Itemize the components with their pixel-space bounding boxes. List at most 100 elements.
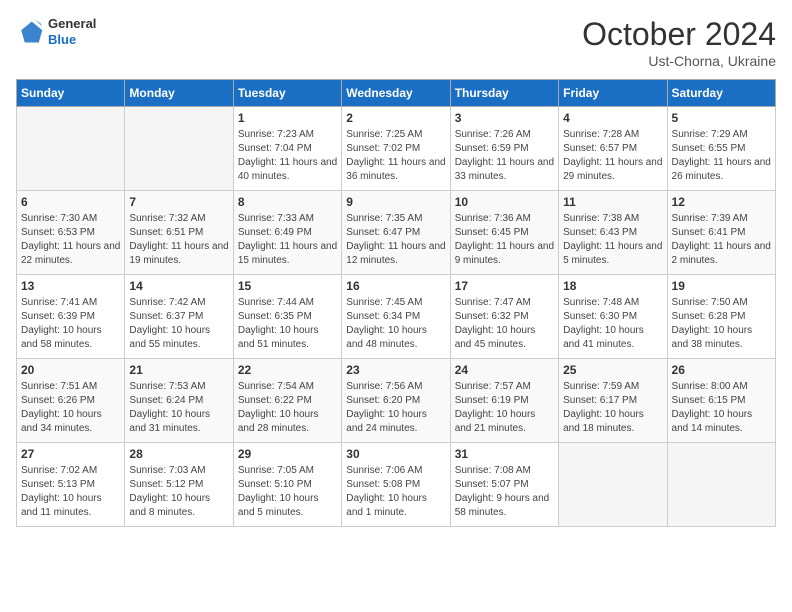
day-info: Sunrise: 7:51 AM Sunset: 6:26 PM Dayligh… [21,380,120,436]
calendar-cell: 2 Sunrise: 7:25 AM Sunset: 7:02 PM Daylig… [342,107,450,191]
day-info: Sunrise: 7:35 AM Sunset: 6:47 PM Dayligh… [346,212,445,268]
calendar-cell: 7Sunrise: 7:32 AM Sunset: 6:51 PM Daylig… [125,191,233,275]
location-text: Ust-Chorna, Ukraine [582,53,776,69]
weekday-header-wednesday: Wednesday [342,80,450,107]
day-info: Sunrise: 7:03 AM Sunset: 5:12 PM Dayligh… [129,464,228,520]
day-number: 9 [346,195,445,209]
day-number: 26 [672,363,771,377]
day-number: 18 [563,279,662,293]
day-info: Sunrise: 7:59 AM Sunset: 6:17 PM Dayligh… [563,380,662,436]
day-info: Sunrise: 7:25 AM Sunset: 7:02 PM Dayligh… [346,128,445,184]
weekday-header-saturday: Saturday [667,80,775,107]
day-info: Sunrise: 7:44 AM Sunset: 6:35 PM Dayligh… [238,296,337,352]
weekday-header-thursday: Thursday [450,80,558,107]
day-number: 15 [238,279,337,293]
weekday-header-friday: Friday [559,80,667,107]
weekday-header-sunday: Sunday [17,80,125,107]
day-info: Sunrise: 7:06 AM Sunset: 5:08 PM Dayligh… [346,464,445,520]
day-number: 3 [455,111,554,125]
day-info: Sunrise: 7:47 AM Sunset: 6:32 PM Dayligh… [455,296,554,352]
calendar-cell: 25 Sunrise: 7:59 AM Sunset: 6:17 PM Dayli… [559,359,667,443]
calendar-cell [125,107,233,191]
calendar-cell: 1 Sunrise: 7:23 AM Sunset: 7:04 PM Daylig… [233,107,341,191]
day-info: Sunrise: 7:41 AM Sunset: 6:39 PM Dayligh… [21,296,120,352]
logo-blue-text: Blue [48,32,96,48]
day-number: 8 [238,195,337,209]
calendar-cell: 27 Sunrise: 7:02 AM Sunset: 5:13 PM Dayli… [17,443,125,527]
calendar-cell: 10 Sunrise: 7:36 AM Sunset: 6:45 PM Dayli… [450,191,558,275]
day-number: 10 [455,195,554,209]
day-number: 4 [563,111,662,125]
calendar-cell: 31 Sunrise: 7:08 AM Sunset: 5:07 PM Dayli… [450,443,558,527]
calendar-cell: 19 Sunrise: 7:50 AM Sunset: 6:28 PM Dayli… [667,275,775,359]
day-number: 1 [238,111,337,125]
day-number: 11 [563,195,662,209]
day-number: 6 [21,195,120,209]
day-info: Sunrise: 7:32 AM Sunset: 6:51 PM Dayligh… [129,212,228,268]
month-title: October 2024 [582,16,776,53]
day-info: Sunrise: 7:26 AM Sunset: 6:59 PM Dayligh… [455,128,554,184]
calendar-cell: 21 Sunrise: 7:53 AM Sunset: 6:24 PM Dayli… [125,359,233,443]
calendar-cell: 28 Sunrise: 7:03 AM Sunset: 5:12 PM Dayli… [125,443,233,527]
day-number: 27 [21,447,120,461]
day-number: 22 [238,363,337,377]
calendar-cell: 17Sunrise: 7:47 AM Sunset: 6:32 PM Dayli… [450,275,558,359]
day-info: Sunrise: 7:23 AM Sunset: 7:04 PM Dayligh… [238,128,337,184]
day-number: 31 [455,447,554,461]
weekday-header-monday: Monday [125,80,233,107]
day-info: Sunrise: 7:57 AM Sunset: 6:19 PM Dayligh… [455,380,554,436]
title-block: October 2024 Ust-Chorna, Ukraine [582,16,776,69]
calendar-cell: 12Sunrise: 7:39 AM Sunset: 6:41 PM Dayli… [667,191,775,275]
calendar-cell: 3 Sunrise: 7:26 AM Sunset: 6:59 PM Daylig… [450,107,558,191]
page-header: General Blue October 2024 Ust-Chorna, Uk… [16,16,776,69]
day-number: 24 [455,363,554,377]
day-info: Sunrise: 7:05 AM Sunset: 5:10 PM Dayligh… [238,464,337,520]
day-info: Sunrise: 7:56 AM Sunset: 6:20 PM Dayligh… [346,380,445,436]
calendar-cell: 14Sunrise: 7:42 AM Sunset: 6:37 PM Dayli… [125,275,233,359]
day-number: 29 [238,447,337,461]
day-number: 14 [129,279,228,293]
calendar-week-row: 1 Sunrise: 7:23 AM Sunset: 7:04 PM Daylig… [17,107,776,191]
day-info: Sunrise: 7:50 AM Sunset: 6:28 PM Dayligh… [672,296,771,352]
day-info: Sunrise: 8:00 AM Sunset: 6:15 PM Dayligh… [672,380,771,436]
day-info: Sunrise: 7:36 AM Sunset: 6:45 PM Dayligh… [455,212,554,268]
day-info: Sunrise: 7:08 AM Sunset: 5:07 PM Dayligh… [455,464,554,520]
calendar-cell: 29 Sunrise: 7:05 AM Sunset: 5:10 PM Dayli… [233,443,341,527]
day-number: 19 [672,279,771,293]
calendar-cell: 4 Sunrise: 7:28 AM Sunset: 6:57 PM Daylig… [559,107,667,191]
day-number: 13 [21,279,120,293]
calendar-cell [17,107,125,191]
calendar-week-row: 27 Sunrise: 7:02 AM Sunset: 5:13 PM Dayli… [17,443,776,527]
calendar-cell: 16 Sunrise: 7:45 AM Sunset: 6:34 PM Dayli… [342,275,450,359]
day-number: 12 [672,195,771,209]
day-number: 21 [129,363,228,377]
logo: General Blue [16,16,96,47]
calendar-cell: 30Sunrise: 7:06 AM Sunset: 5:08 PM Dayli… [342,443,450,527]
calendar-week-row: 13 Sunrise: 7:41 AM Sunset: 6:39 PM Dayli… [17,275,776,359]
calendar-week-row: 6Sunrise: 7:30 AM Sunset: 6:53 PM Daylig… [17,191,776,275]
day-info: Sunrise: 7:45 AM Sunset: 6:34 PM Dayligh… [346,296,445,352]
day-number: 5 [672,111,771,125]
calendar-cell: 15 Sunrise: 7:44 AM Sunset: 6:35 PM Dayli… [233,275,341,359]
day-number: 20 [21,363,120,377]
calendar-cell [667,443,775,527]
day-info: Sunrise: 7:53 AM Sunset: 6:24 PM Dayligh… [129,380,228,436]
day-number: 16 [346,279,445,293]
day-info: Sunrise: 7:33 AM Sunset: 6:49 PM Dayligh… [238,212,337,268]
logo-icon [16,18,44,46]
day-info: Sunrise: 7:28 AM Sunset: 6:57 PM Dayligh… [563,128,662,184]
logo-general-text: General [48,16,96,32]
day-info: Sunrise: 7:48 AM Sunset: 6:30 PM Dayligh… [563,296,662,352]
day-number: 25 [563,363,662,377]
weekday-header-tuesday: Tuesday [233,80,341,107]
day-number: 2 [346,111,445,125]
logo-text: General Blue [48,16,96,47]
calendar-cell: 11 Sunrise: 7:38 AM Sunset: 6:43 PM Dayli… [559,191,667,275]
calendar-cell: 20 Sunrise: 7:51 AM Sunset: 6:26 PM Dayli… [17,359,125,443]
day-number: 28 [129,447,228,461]
day-info: Sunrise: 7:38 AM Sunset: 6:43 PM Dayligh… [563,212,662,268]
calendar-cell: 24 Sunrise: 7:57 AM Sunset: 6:19 PM Dayli… [450,359,558,443]
weekday-header-row: SundayMondayTuesdayWednesdayThursdayFrid… [17,80,776,107]
day-info: Sunrise: 7:02 AM Sunset: 5:13 PM Dayligh… [21,464,120,520]
calendar-cell: 8 Sunrise: 7:33 AM Sunset: 6:49 PM Daylig… [233,191,341,275]
